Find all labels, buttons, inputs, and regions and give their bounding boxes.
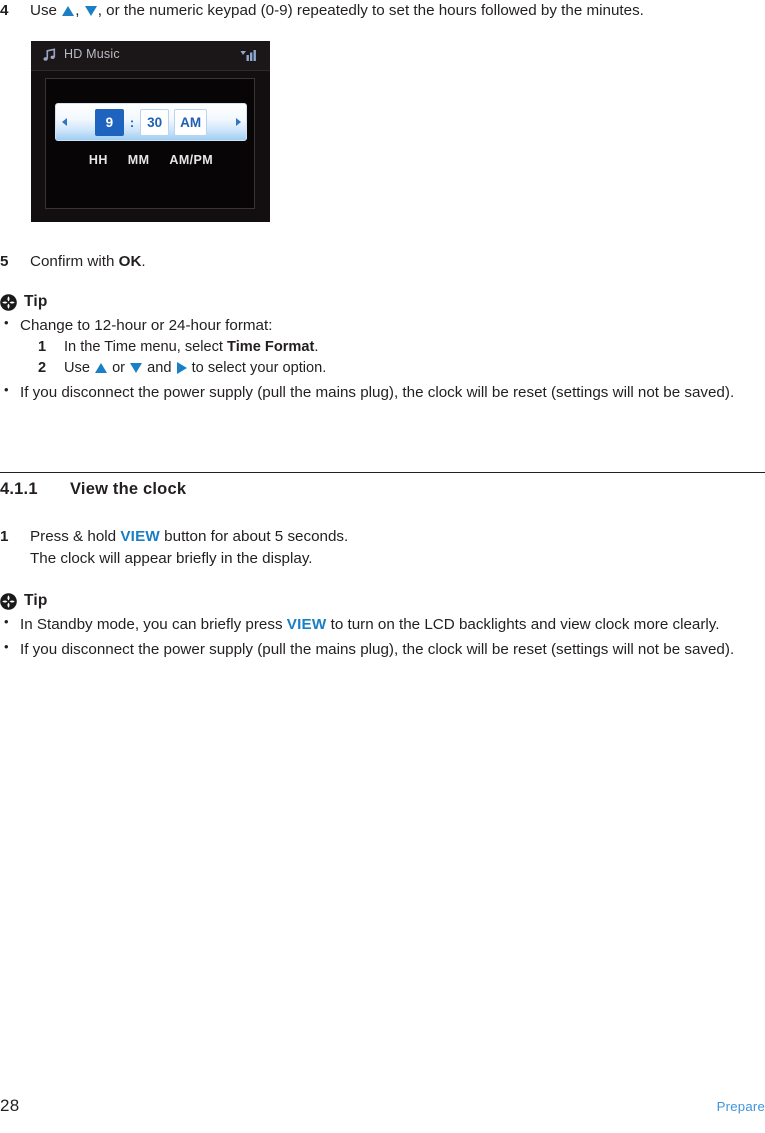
step-1: 1 Press & hold VIEW button for about 5 s… <box>0 526 765 569</box>
tip-2-list: In Standby mode, you can briefly press V… <box>0 613 765 661</box>
tip-2-bullet-2: If you disconnect the power supply (pull… <box>0 638 765 661</box>
tip-1-substep-2-number: 2 <box>38 360 47 377</box>
tip-1-substep-2-text: Use or and to select your option. <box>64 358 326 379</box>
step-4-number: 4 <box>0 2 9 19</box>
label-meridiem: AM/PM <box>169 153 214 167</box>
tip-2-bullet-1-before: In Standby mode, you can briefly press <box>20 616 287 633</box>
tip-2-bullet-1-after: to turn on the LCD backlights and view c… <box>326 616 720 633</box>
time-separator: : <box>129 114 135 130</box>
hours-cell[interactable]: 9 <box>94 108 124 136</box>
device-title-bar: HD Music <box>31 41 270 71</box>
device-title-text: HD Music <box>64 47 120 61</box>
step-1-line-2: The clock will appear briefly in the dis… <box>30 549 313 567</box>
tip-1-bullet-2: If you disconnect the power supply (pull… <box>0 381 765 404</box>
tip-1-substep-1: 1 In the Time menu, select Time Format. <box>38 337 765 358</box>
music-note-icon <box>42 47 58 63</box>
tip-1-header: Tip <box>0 293 765 311</box>
step-5-number: 5 <box>0 253 9 270</box>
tip-2-header: Tip <box>0 592 765 610</box>
device-screen-figure: HD Music 9 : 30 AM HH MM AM/PM <box>31 41 270 222</box>
tip-1-substep-2: 2 Use or and to select your option. <box>38 358 765 379</box>
step-1-number: 1 <box>0 528 9 545</box>
tip-block-1: Tip Change to 12-hour or 24-hour format:… <box>0 293 765 404</box>
down-arrow-icon <box>84 6 97 16</box>
section-number: 4.1.1 <box>0 480 38 498</box>
tip-1-list: Change to 12-hour or 24-hour format: 1 I… <box>0 314 765 404</box>
tip-1-substep-1-number: 1 <box>38 339 47 356</box>
step-5-text: Confirm with OK. <box>30 251 765 273</box>
footer-section-label: Prepare <box>716 1099 765 1114</box>
label-minutes: MM <box>127 153 150 167</box>
tip-2-bullet-1: In Standby mode, you can briefly press V… <box>0 613 765 636</box>
step-4-text: Use , , or the numeric keypad (0-9) repe… <box>30 0 765 22</box>
tip-1-substep-1-text: In the Time menu, select Time Format. <box>64 337 318 358</box>
step-5: 5 Confirm with OK. <box>0 251 765 273</box>
tip-1-substeps: 1 In the Time menu, select Time Format. … <box>20 337 765 380</box>
step-1-line-1: Press & hold VIEW button for about 5 sec… <box>30 526 765 548</box>
step-1-text-after: button for about 5 seconds. <box>159 528 349 545</box>
step-5-bold: OK <box>118 253 142 270</box>
page-number: 28 <box>0 1096 20 1115</box>
section-heading: 4.1.1 View the clock <box>0 480 186 499</box>
section-divider <box>0 472 765 473</box>
time-field-labels: HH MM AM/PM <box>55 153 247 167</box>
step-1-text: Press & hold VIEW button for about 5 sec… <box>30 526 765 569</box>
left-arrow-icon[interactable] <box>56 118 72 126</box>
tip-1-bullet-1: Change to 12-hour or 24-hour format: 1 I… <box>0 314 765 380</box>
view-button-reference: VIEW <box>120 528 160 545</box>
view-button-reference: VIEW <box>286 616 327 633</box>
tip-2-label: Tip <box>24 592 48 609</box>
step-4: 4 Use , , or the numeric keypad (0-9) re… <box>0 0 765 22</box>
step-1-text-before: Press & hold <box>30 528 121 545</box>
tip-1-label: Tip <box>24 293 48 310</box>
page-footer: 28 Prepare <box>0 1096 765 1116</box>
time-setting-bar[interactable]: 9 : 30 AM <box>55 103 247 141</box>
device-screen-inner <box>45 78 255 209</box>
meridiem-cell[interactable]: AM <box>174 108 208 136</box>
tip-1-substep-2-after: to select your option. <box>187 360 327 377</box>
tip-1-bullet-1-text: Change to 12-hour or 24-hour format: <box>20 317 273 334</box>
signal-bars-icon <box>240 48 258 63</box>
tip-1-substep-2-before: Use <box>64 360 95 377</box>
tip-1-substep-2-or: or <box>108 360 130 377</box>
minutes-cell[interactable]: 30 <box>140 108 170 136</box>
tip-1-substep-2-and: and <box>143 360 176 377</box>
step-4-text-before: Use <box>30 2 62 19</box>
right-arrow-icon[interactable] <box>230 118 246 126</box>
tip-block-2: Tip In Standby mode, you can briefly pre… <box>0 592 765 661</box>
step-4-comma: , <box>75 2 84 19</box>
step-5-text-after: . <box>141 253 146 270</box>
tip-1-substep-1-after: . <box>314 339 319 356</box>
time-cells: 9 : 30 AM <box>72 108 230 136</box>
step-5-text-before: Confirm with <box>30 253 119 270</box>
up-arrow-icon <box>62 6 75 16</box>
section-title: View the clock <box>70 480 187 498</box>
document-page: 4 Use , , or the numeric keypad (0-9) re… <box>0 0 765 1133</box>
right-arrow-icon <box>176 362 187 375</box>
down-arrow-icon <box>130 363 143 374</box>
tip-1-substep-1-bold: Time Format <box>227 339 315 356</box>
tip-asterisk-icon <box>0 293 17 311</box>
tip-asterisk-icon <box>0 592 17 610</box>
up-arrow-icon <box>95 363 108 374</box>
step-4-text-mid: , or the numeric keypad (0-9) repeatedly… <box>97 2 644 19</box>
label-hours: HH <box>88 153 108 167</box>
tip-1-substep-1-before: In the Time menu, select <box>64 339 228 356</box>
